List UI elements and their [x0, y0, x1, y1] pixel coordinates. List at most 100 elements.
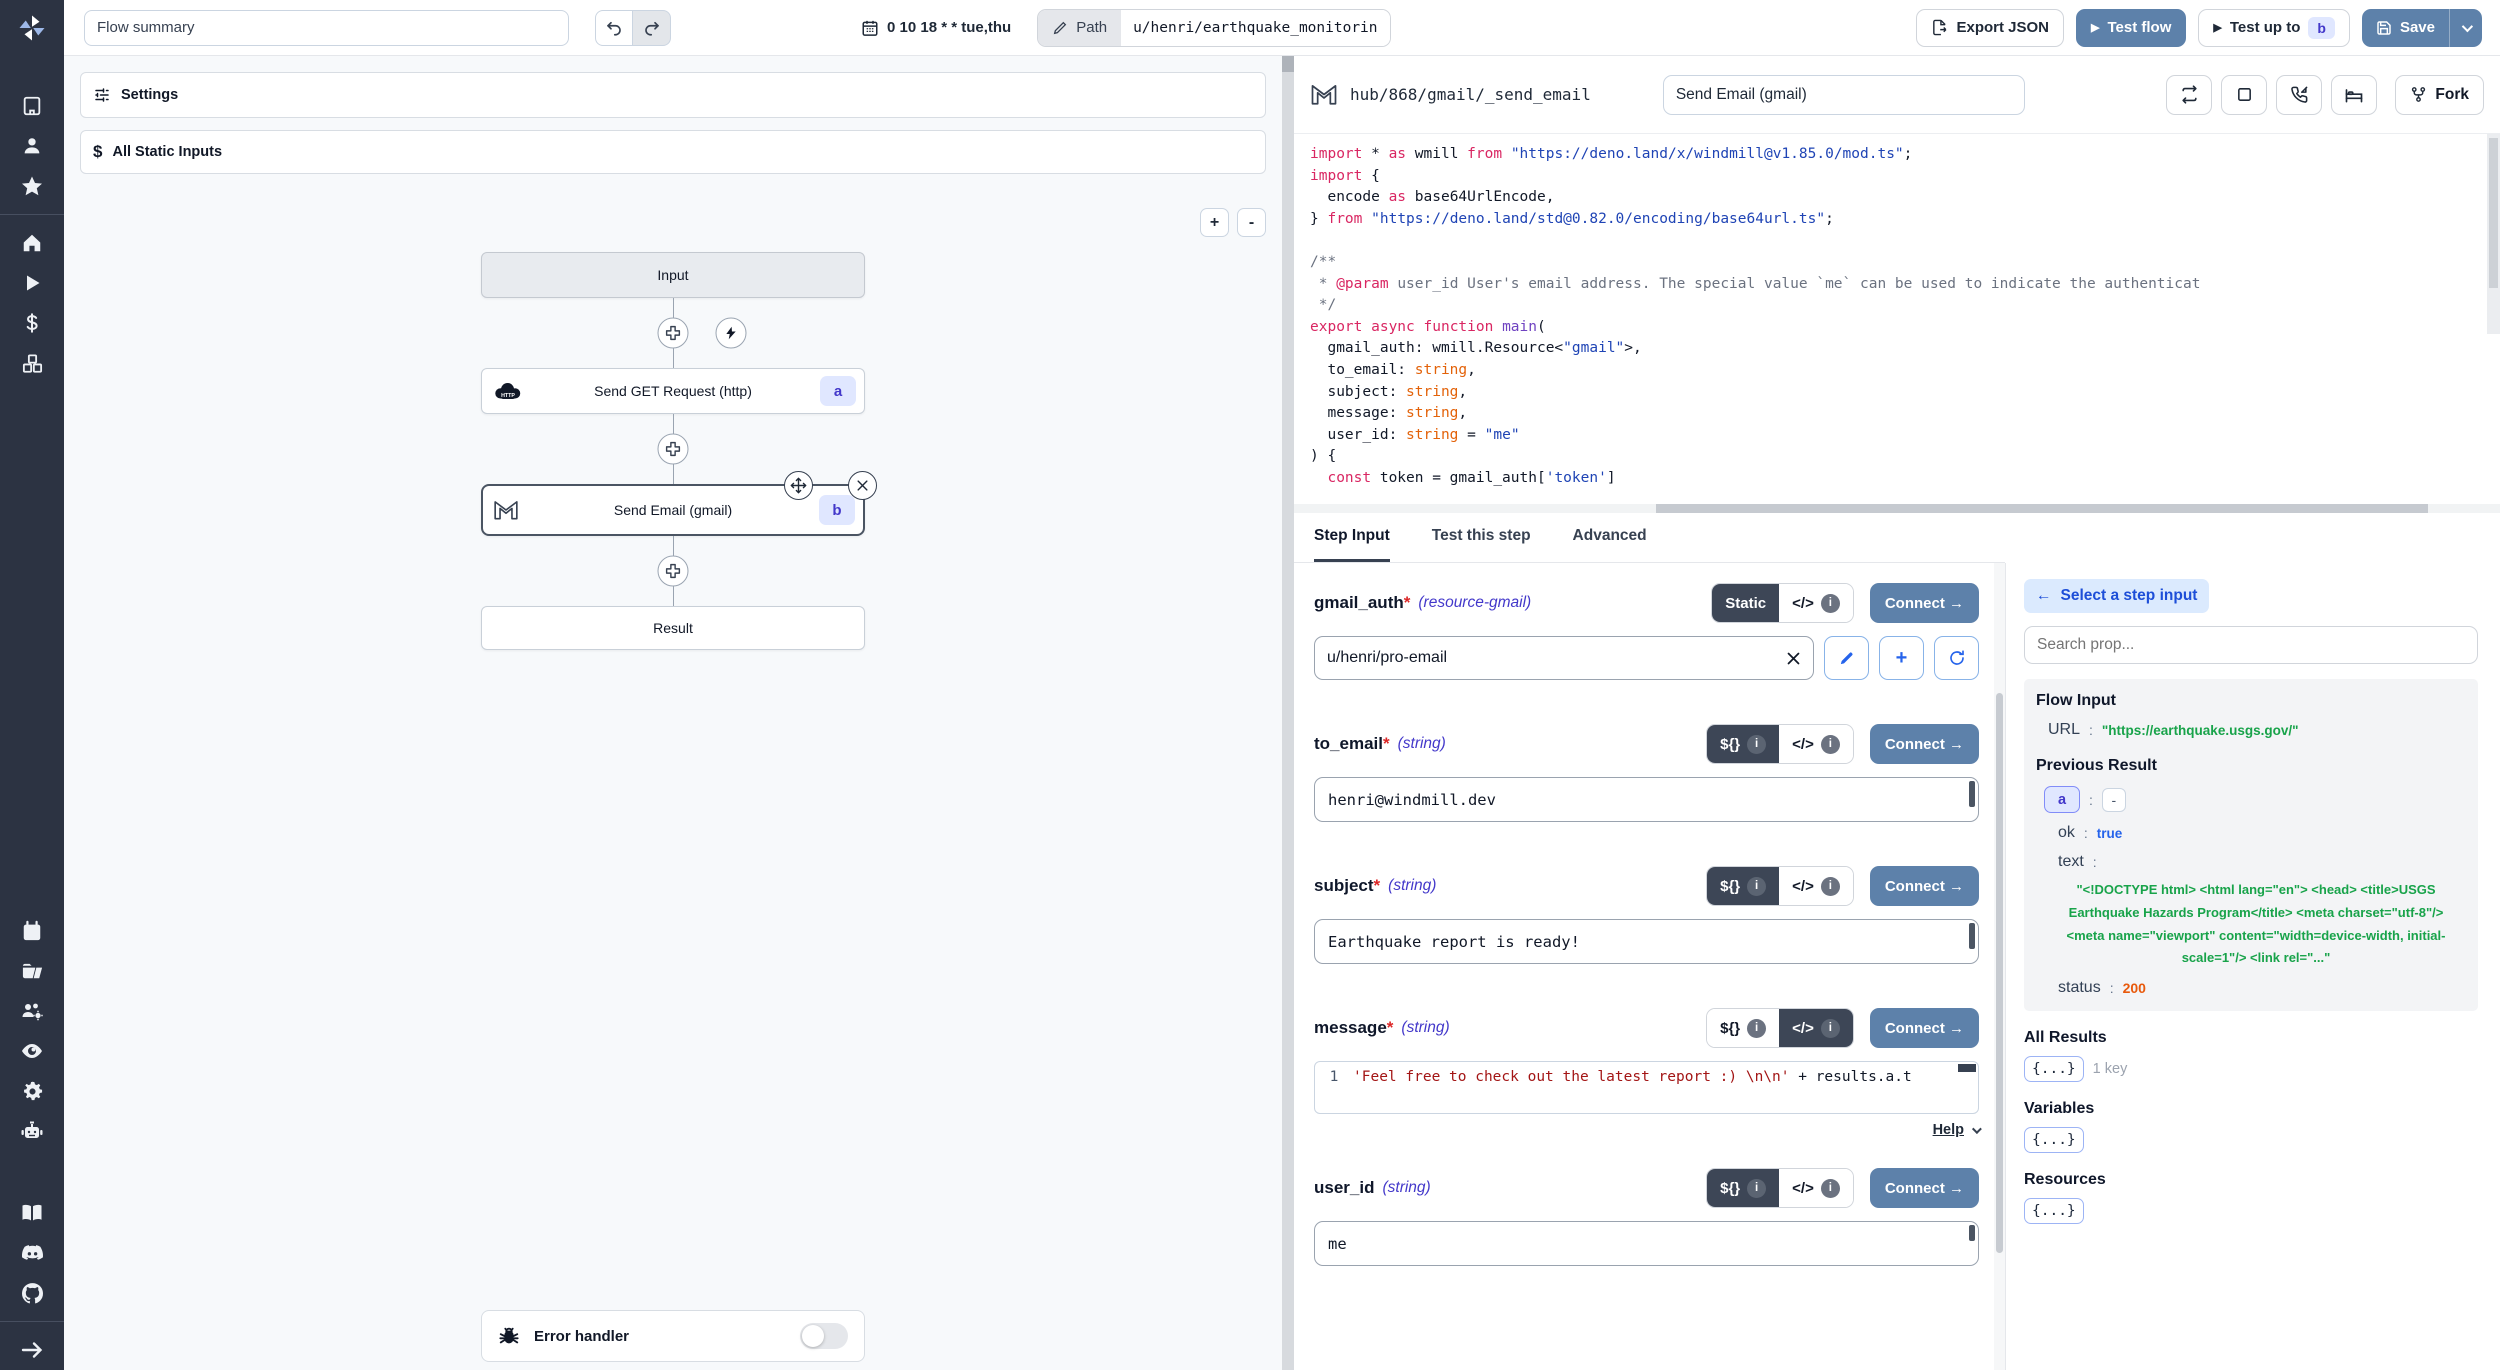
phone-incoming-icon[interactable]: [2276, 75, 2322, 115]
github-icon[interactable]: [0, 1273, 64, 1313]
code-mode-button[interactable]: </>i: [1779, 584, 1853, 622]
flow-settings-button[interactable]: Settings: [80, 72, 1266, 118]
connect-button[interactable]: Connect →: [1870, 1168, 1979, 1208]
connect-button[interactable]: Connect →: [1870, 583, 1979, 623]
resource-input[interactable]: [1327, 649, 1786, 667]
tab-step-input[interactable]: Step Input: [1314, 513, 1390, 562]
message-expression-editor[interactable]: 1 'Feel free to check out the latest rep…: [1314, 1061, 1979, 1114]
step-a-chip[interactable]: a: [2044, 786, 2080, 813]
connect-button[interactable]: Connect →: [1870, 866, 1979, 906]
save-dropdown-button[interactable]: [2449, 9, 2482, 47]
workspace-icon[interactable]: [0, 86, 64, 126]
template-mode-button[interactable]: ${}i: [1707, 1009, 1779, 1047]
move-step-icon[interactable]: [784, 471, 813, 500]
edit-resource-button[interactable]: [1824, 636, 1869, 680]
flow-node-input[interactable]: Input: [481, 252, 865, 298]
subject-input[interactable]: [1328, 933, 1965, 951]
code-mode-button[interactable]: </>i: [1779, 725, 1853, 763]
code-horizontal-scrollbar[interactable]: [1294, 504, 2500, 513]
collapse-button[interactable]: -: [2102, 788, 2126, 812]
code-mode-button[interactable]: </>i: [1779, 1169, 1853, 1207]
refresh-resource-button[interactable]: [1934, 636, 1979, 680]
json-key-url[interactable]: URL: [2048, 721, 2080, 739]
flow-summary-input[interactable]: [84, 10, 569, 46]
runs-icon[interactable]: [0, 263, 64, 303]
undo-button[interactable]: [595, 10, 633, 46]
resources-cubes-icon[interactable]: [0, 343, 64, 383]
test-flow-button[interactable]: ▶ Test flow: [2076, 9, 2186, 47]
json-value-url[interactable]: "https://earthquake.usgs.gov/": [2102, 723, 2299, 738]
test-up-to-button[interactable]: ▶ Test up to b: [2198, 9, 2350, 47]
template-mode-button[interactable]: ${}i: [1707, 1169, 1779, 1207]
user-id-field[interactable]: [1314, 1221, 1979, 1266]
step-name-input[interactable]: [1663, 75, 2025, 115]
export-json-button[interactable]: Export JSON: [1916, 9, 2064, 47]
user-icon[interactable]: [0, 126, 64, 166]
form-scrollbar[interactable]: [1994, 563, 2005, 1370]
zoom-out-button[interactable]: -: [1237, 208, 1266, 237]
select-step-input-button[interactable]: ← Select a step input: [2024, 579, 2209, 613]
all-results-expand-chip[interactable]: {...}: [2024, 1056, 2084, 1082]
ai-robot-icon[interactable]: [0, 1111, 64, 1151]
template-mode-button[interactable]: ${}i: [1707, 725, 1779, 763]
swap-arrows-icon[interactable]: [2166, 75, 2212, 115]
json-key-ok[interactable]: ok: [2058, 824, 2075, 842]
add-step-button[interactable]: [658, 434, 689, 465]
favorites-star-icon[interactable]: [0, 166, 64, 206]
square-icon[interactable]: [2221, 75, 2267, 115]
code-editor[interactable]: import * as wmill from "https://deno.lan…: [1294, 134, 2500, 504]
sleep-bed-icon[interactable]: [2331, 75, 2377, 115]
template-mode-button[interactable]: ${}i: [1707, 867, 1779, 905]
resources-expand-chip[interactable]: {...}: [2024, 1198, 2084, 1224]
schedule-display[interactable]: 0 10 18 * * tue,thu: [861, 19, 1011, 37]
error-handler-toggle[interactable]: [800, 1323, 848, 1349]
add-step-button[interactable]: [658, 556, 689, 587]
schedules-calendar-icon[interactable]: [0, 911, 64, 951]
flow-node-result[interactable]: Result: [481, 606, 865, 650]
clear-icon[interactable]: [1786, 651, 1801, 666]
code-mode-button[interactable]: </>i: [1779, 867, 1853, 905]
json-value-ok[interactable]: true: [2097, 826, 2123, 841]
add-step-button[interactable]: [658, 318, 689, 349]
static-mode-button[interactable]: Static: [1712, 584, 1779, 622]
error-handler-node[interactable]: Error handler: [481, 1310, 865, 1362]
to-email-input[interactable]: [1328, 791, 1965, 809]
home-icon[interactable]: [0, 223, 64, 263]
expand-sidebar-arrow-icon[interactable]: [0, 1330, 64, 1370]
variables-dollar-icon[interactable]: [0, 303, 64, 343]
discord-icon[interactable]: [0, 1233, 64, 1273]
zoom-in-button[interactable]: +: [1200, 208, 1229, 237]
hub-script-path[interactable]: hub/868/gmail/_send_email: [1350, 85, 1591, 104]
help-link[interactable]: Help: [1933, 1122, 1964, 1138]
subject-field[interactable]: [1314, 919, 1979, 964]
json-value-text[interactable]: "<!DOCTYPE html> <html lang="en"> <head>…: [2036, 879, 2466, 970]
add-trigger-button[interactable]: [716, 318, 747, 349]
connect-button[interactable]: Connect →: [1870, 724, 1979, 764]
groups-icon[interactable]: [0, 991, 64, 1031]
folders-icon[interactable]: [0, 951, 64, 991]
fork-button[interactable]: Fork: [2395, 75, 2484, 115]
flow-node-get-request[interactable]: HTTP Send GET Request (http) a: [481, 368, 865, 414]
connect-button[interactable]: Connect →: [1870, 1008, 1979, 1048]
windmill-logo[interactable]: [0, 0, 64, 56]
json-key-text[interactable]: text: [2058, 853, 2084, 871]
panel-resize-handle[interactable]: [1282, 56, 1294, 1370]
tab-test-this-step[interactable]: Test this step: [1432, 513, 1531, 562]
tab-advanced[interactable]: Advanced: [1573, 513, 1647, 562]
all-static-inputs-button[interactable]: $ All Static Inputs: [80, 130, 1266, 174]
message-expression[interactable]: 'Feel free to check out the latest repor…: [1353, 1062, 1912, 1113]
audit-eye-icon[interactable]: [0, 1031, 64, 1071]
flow-node-send-email-selected[interactable]: Send Email (gmail) b: [481, 484, 865, 536]
docs-book-icon[interactable]: [0, 1193, 64, 1233]
save-button[interactable]: Save: [2362, 9, 2482, 47]
delete-step-icon[interactable]: [848, 471, 877, 500]
json-key-status[interactable]: status: [2058, 979, 2101, 997]
settings-gear-icon[interactable]: [0, 1071, 64, 1111]
redo-button[interactable]: [633, 10, 671, 46]
variables-expand-chip[interactable]: {...}: [2024, 1127, 2084, 1153]
add-resource-button[interactable]: +: [1879, 636, 1924, 680]
path-chip[interactable]: Path u/henri/earthquake_monitorin: [1037, 9, 1390, 47]
to-email-field[interactable]: [1314, 777, 1979, 822]
resource-picker[interactable]: [1314, 636, 1814, 680]
user-id-input[interactable]: [1328, 1235, 1965, 1253]
